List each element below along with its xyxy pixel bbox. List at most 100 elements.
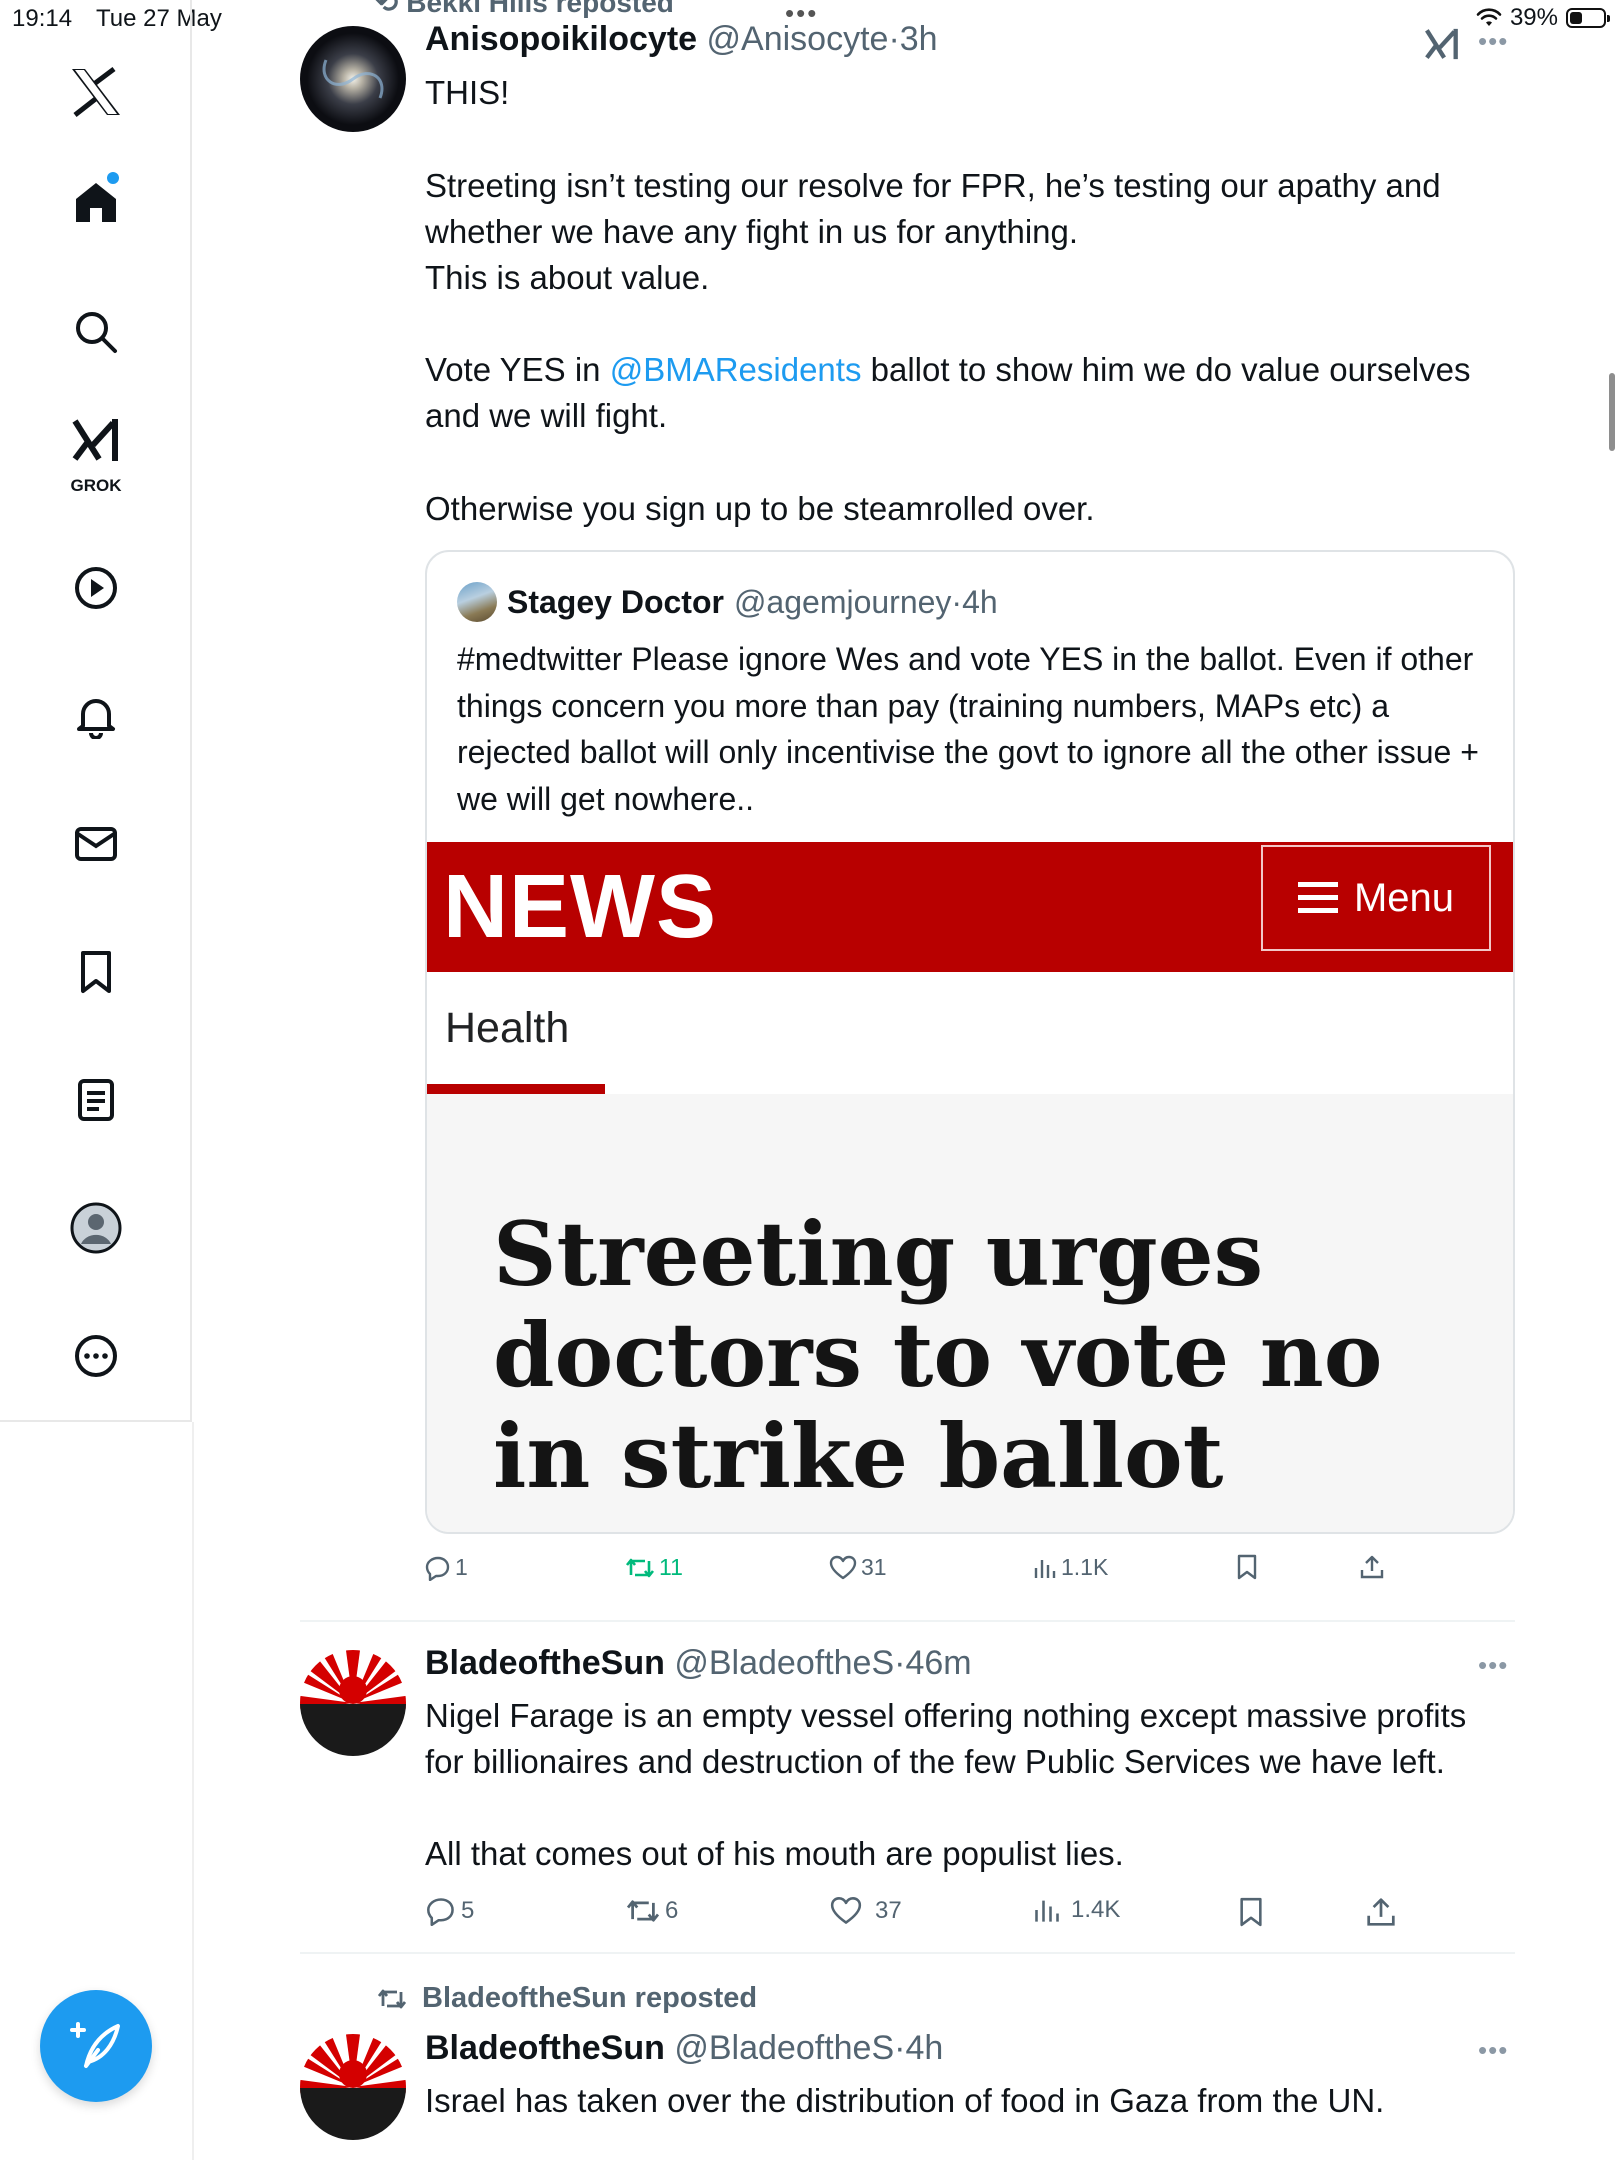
tweet-time[interactable]: 3h xyxy=(900,20,938,58)
author-name[interactable]: Anisopoikilocyte xyxy=(425,20,697,58)
bell-icon[interactable] xyxy=(56,676,136,756)
reply-count: 1 xyxy=(455,1554,468,1580)
repost-top-icon: ⟲ xyxy=(375,0,407,18)
mention-link[interactable]: @BMAResidents xyxy=(610,351,862,388)
mail-icon[interactable] xyxy=(56,804,136,884)
news-headline: Streeting urges doctors to vote no in st… xyxy=(493,1202,1383,1508)
tweet-text-para: Israel has taken over the distribution o… xyxy=(425,2082,1385,2119)
views-button[interactable]: 1.4K xyxy=(1033,1896,1120,1924)
more-options-icon[interactable]: ••• xyxy=(1478,26,1508,57)
news-image-header: NEWS Menu xyxy=(427,842,1513,972)
x-logo-icon[interactable] xyxy=(56,52,136,132)
views-count: 1.4K xyxy=(1071,1896,1121,1923)
news-section-label: Health xyxy=(445,1004,570,1052)
share-icon xyxy=(1367,1898,1395,1926)
views-icon xyxy=(1035,1900,1059,1922)
battery-icon xyxy=(1566,8,1610,28)
news-brand: NEWS xyxy=(443,857,717,957)
repost-icon xyxy=(626,1900,660,1922)
like-button[interactable]: 37 xyxy=(829,1896,902,1926)
author-handle[interactable]: @BladeoftheS xyxy=(674,2029,894,2067)
news-menu-button: Menu xyxy=(1261,845,1491,951)
tweet-actions: 1 11 31 1.1K xyxy=(425,1554,1435,1594)
repost-button[interactable]: 6 xyxy=(625,1896,678,1926)
repost-button[interactable]: 11 xyxy=(625,1554,683,1581)
play-icon[interactable] xyxy=(56,548,136,628)
more-options-icon[interactable]: ••• xyxy=(1478,1650,1508,1681)
reply-button[interactable]: 1 xyxy=(425,1554,468,1581)
search-icon[interactable] xyxy=(56,292,136,372)
tweet-actions: 5 6 37 1.4K xyxy=(425,1896,1435,1936)
home-icon[interactable] xyxy=(56,162,136,242)
battery-percent: 39% xyxy=(1509,4,1558,31)
views-button[interactable]: 1.1K xyxy=(1033,1554,1108,1581)
news-article-area: Streeting urges doctors to vote no in st… xyxy=(427,1094,1513,1532)
more-icon[interactable] xyxy=(56,1316,136,1396)
compose-button[interactable] xyxy=(40,1990,152,2102)
grok-icon[interactable] xyxy=(1424,26,1460,67)
author-handle[interactable]: @Anisocyte xyxy=(707,20,889,58)
repost-icon xyxy=(377,1989,407,2008)
avatar[interactable] xyxy=(300,26,406,132)
battery-fill xyxy=(1570,12,1583,24)
sidebar: GROK xyxy=(0,0,192,1422)
views-count: 1.1K xyxy=(1061,1554,1109,1580)
avatar[interactable] xyxy=(300,1650,406,1756)
home-notification-badge xyxy=(107,172,119,184)
more-options-icon[interactable]: ••• xyxy=(1478,2035,1508,2066)
tweet-divider xyxy=(300,1620,1515,1622)
author-name[interactable]: BladeoftheSun xyxy=(425,2029,665,2067)
quoted-tweet[interactable]: Stagey Doctor @agemjourney·4h #medtwitte… xyxy=(425,550,1515,1534)
avatar[interactable] xyxy=(300,2034,406,2140)
heart-icon xyxy=(829,1555,857,1579)
grok-icon[interactable] xyxy=(56,408,136,472)
separator: · xyxy=(894,1644,906,1682)
quote-text: #medtwitter Please ignore Wes and vote Y… xyxy=(457,641,1479,817)
heart-icon xyxy=(830,1897,862,1924)
share-button[interactable] xyxy=(1365,1896,1397,1928)
reply-icon xyxy=(425,1556,450,1581)
reply-button[interactable]: 5 xyxy=(425,1896,474,1926)
repost-label[interactable]: BladeoftheSun reposted xyxy=(376,1982,757,2015)
author-name[interactable]: BladeoftheSun xyxy=(425,1644,665,1682)
news-section-underline xyxy=(427,1084,605,1094)
news-section-bar: Health xyxy=(427,972,1513,1094)
tweet-header: BladeoftheSun @BladeoftheS·46m xyxy=(425,1644,972,1683)
bookmark-icon xyxy=(1237,1554,1257,1580)
news-menu-label: Menu xyxy=(1353,875,1455,920)
tweet-text-para: All that comes out of his mouth are popu… xyxy=(425,1835,1124,1872)
quote-avatar[interactable] xyxy=(457,582,497,622)
author-handle[interactable]: @BladeoftheS xyxy=(674,1644,894,1682)
hamburger-icon xyxy=(1297,882,1338,914)
reply-icon xyxy=(427,1898,454,1926)
tweet-text-para: THIS! xyxy=(425,74,510,111)
compose-icon xyxy=(70,2022,120,2068)
top-repost-label[interactable]: ⟲ Bekki Hills reposted xyxy=(375,0,674,19)
list-icon[interactable] xyxy=(56,1060,136,1140)
share-button[interactable] xyxy=(1359,1554,1385,1580)
like-count: 31 xyxy=(861,1554,887,1580)
views-icon xyxy=(1034,1559,1056,1578)
bookmark-button[interactable] xyxy=(1235,1554,1259,1580)
tweet-text-para: Nigel Farage is an empty vessel offering… xyxy=(425,1697,1467,1780)
tweet-header: BladeoftheSun @BladeoftheS·4h xyxy=(425,2029,943,2068)
reply-count: 5 xyxy=(461,1897,475,1924)
repost-icon xyxy=(625,1558,655,1577)
bookmark-icon[interactable] xyxy=(56,932,136,1012)
bookmark-icon xyxy=(1240,1897,1262,1927)
separator: · xyxy=(888,20,900,58)
grok-label: GROK xyxy=(70,476,122,495)
bookmark-button[interactable] xyxy=(1237,1896,1265,1928)
wifi-icon xyxy=(1476,8,1502,26)
like-button[interactable]: 31 xyxy=(829,1554,887,1581)
scrollbar[interactable] xyxy=(1609,373,1615,451)
profile-icon[interactable] xyxy=(56,1188,136,1268)
tweet-time[interactable]: 46m xyxy=(905,1644,971,1682)
tweet-text-para: Vote YES in @BMAResidents ballot to show… xyxy=(425,347,1470,439)
tweet-divider xyxy=(300,1952,1515,1954)
tweet-time[interactable]: 4h xyxy=(905,2029,943,2067)
repost-count: 11 xyxy=(659,1554,683,1580)
repost-count: 6 xyxy=(665,1897,679,1924)
quote-header: Stagey Doctor @agemjourney·4h xyxy=(457,582,998,622)
tweet-text-para: Streeting isn’t testing our resolve for … xyxy=(425,167,1441,296)
